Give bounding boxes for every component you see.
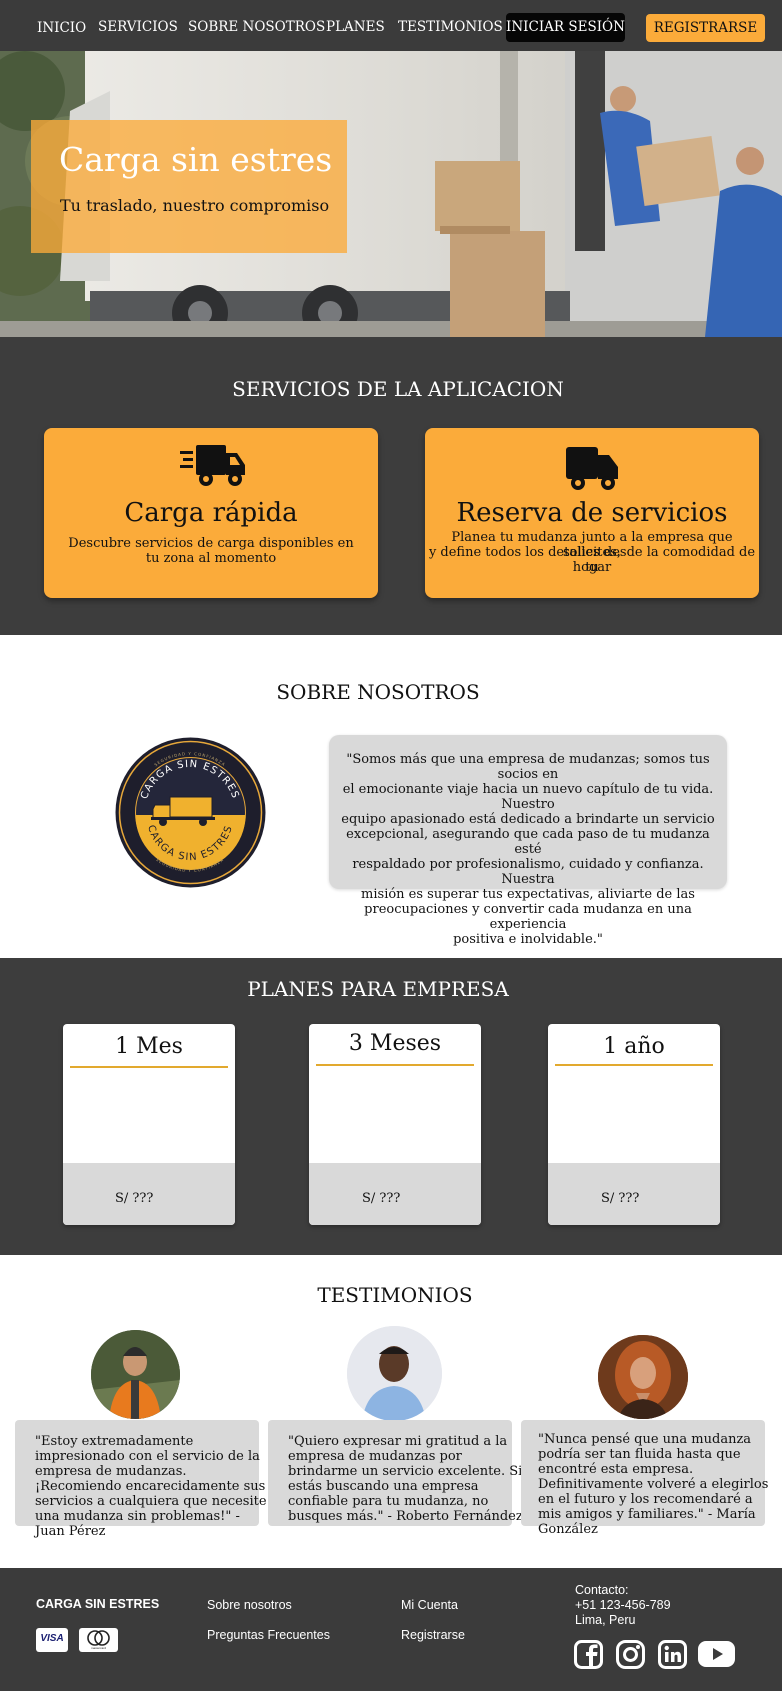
fast-truck-icon: [180, 445, 245, 486]
service-desc-line: Descubre servicios de carga disponibles …: [68, 536, 354, 551]
nav-link-inicio[interactable]: INICIO: [37, 20, 86, 36]
service-title: Reserva de servicios: [456, 498, 728, 528]
mastercard-label: mastercard: [90, 1646, 106, 1650]
avatar-roberto: [347, 1326, 442, 1421]
testimonial-line: impresionado con el servicio de la: [35, 1449, 260, 1464]
plan-price: S/ ???: [115, 1191, 154, 1206]
service-title: Carga rápida: [124, 498, 298, 528]
register-button[interactable]: REGISTRARSE: [646, 14, 765, 42]
about-text-line: el emocionante viaje hacia un nuevo capí…: [342, 782, 714, 812]
plan-divider: [316, 1064, 474, 1066]
testimonial-line: "Estoy extremadamente: [35, 1434, 194, 1449]
avatar-juan: [91, 1330, 180, 1419]
nav-link-planes[interactable]: PLANES: [326, 19, 385, 35]
about-title: SOBRE NOSOTROS: [276, 680, 480, 704]
services-title: SERVICIOS DE LA APLICACION: [232, 377, 564, 401]
nav-link-testimonios[interactable]: TESTIMONIOS: [398, 19, 503, 35]
plan-name: 1 Mes: [115, 1034, 183, 1059]
hero-subtitle: Tu traslado, nuestro compromiso: [60, 196, 330, 215]
mastercard-icon: mastercard: [79, 1628, 118, 1652]
instagram-icon[interactable]: [616, 1640, 645, 1669]
linkedin-icon[interactable]: [658, 1640, 687, 1669]
testimonial-line: González: [538, 1522, 598, 1537]
testimonial-line: una mudanza sin problemas!" -: [35, 1509, 240, 1524]
testimonial-line: mis amigos y familiares." - María: [538, 1507, 756, 1522]
footer-contact-label: Contacto:: [575, 1583, 629, 1597]
plan-divider: [555, 1064, 713, 1066]
service-desc-line: tu zona al momento: [145, 551, 277, 566]
about-text-line: respaldado por profesionalismo, cuidado …: [352, 857, 704, 887]
testimonial-line: empresa de mudanzas.: [35, 1464, 187, 1479]
plan-name: 1 año: [603, 1034, 665, 1059]
testimonial-line: empresa de mudanzas por: [288, 1449, 462, 1464]
plan-divider: [70, 1066, 228, 1068]
testimonial-line: Definitivamente volveré a elegirlos: [538, 1477, 769, 1492]
testimonial-line: brindarme un servicio excelente. Si: [288, 1464, 523, 1479]
testimonial-text: "Quiero expresar mi gratitud a la empres…: [288, 1434, 523, 1524]
plan-name: 3 Meses: [348, 1031, 442, 1056]
testimonial-line: ¡Recomiendo encarecidamente sus: [35, 1479, 266, 1494]
testimonial-line: confiable para tu mudanza, no: [288, 1494, 489, 1509]
testimonial-line: estás buscando una empresa: [288, 1479, 479, 1494]
testimonial-line: "Nunca pensé que una mudanza: [538, 1432, 752, 1447]
about-text-line: positiva e inolvidable.": [453, 932, 603, 947]
company-logo: SEGURIDAD Y CONFIANZA SEGURIDAD Y CONFIA…: [115, 737, 266, 888]
footer-contact-phone: +51 123-456-789: [575, 1598, 671, 1612]
visa-icon: VISA: [36, 1628, 68, 1652]
testimonial-line: Juan Pérez: [35, 1524, 106, 1539]
plan-price: S/ ???: [601, 1191, 640, 1206]
plan-price: S/ ???: [362, 1191, 401, 1206]
testimonial-text: "Nunca pensé que una mudanza podría ser …: [538, 1432, 768, 1537]
about-text-box: "Somos más que una empresa de mudanzas; …: [329, 735, 727, 947]
testimonial-text: "Estoy extremadamente impresionado con e…: [35, 1434, 267, 1539]
nav-link-sobre-nosotros[interactable]: SOBRE NOSOTROS: [188, 19, 325, 35]
service-desc-line: hogar: [572, 560, 612, 575]
testimonial-line: en el futuro y los recomendaré a: [538, 1492, 753, 1507]
testimonial-line: podría ser tan fluida hasta que: [538, 1447, 741, 1462]
nav-link-servicios[interactable]: SERVICIOS: [98, 19, 178, 35]
visa-label: VISA: [40, 1633, 64, 1644]
testimonial-line: "Quiero expresar mi gratitud a la: [288, 1434, 508, 1449]
about-text-line: preocupaciones y convertir cada mudanza …: [364, 902, 692, 932]
testimonial-line: servicios a cualquiera que necesite: [35, 1494, 267, 1509]
facebook-icon[interactable]: [574, 1640, 603, 1669]
footer-contact-city: Lima, Peru: [575, 1613, 636, 1627]
youtube-icon[interactable]: [698, 1641, 735, 1667]
about-text-line: equipo apasionado está dedicado a brinda…: [341, 812, 715, 827]
testimonial-line: busques más." - Roberto Fernández: [288, 1509, 523, 1524]
plans-title: PLANES PARA EMPRESA: [247, 977, 509, 1001]
avatar-maria: [598, 1335, 688, 1419]
footer-brand: CARGA SIN ESTRES: [36, 1597, 160, 1611]
about-text-line: "Somos más que una empresa de mudanzas; …: [346, 752, 710, 782]
login-button[interactable]: INICIAR SESIÓN: [506, 13, 625, 42]
service-card-fast-cargo[interactable]: Carga rápida Descubre servicios de carga…: [44, 428, 378, 598]
service-card-reservation[interactable]: Reserva de servicios Planea tu mudanza j…: [425, 428, 759, 598]
top-navbar: INICIO SERVICIOS SOBRE NOSOTROS PLANES T…: [0, 0, 782, 51]
footer-link-account[interactable]: Mi Cuenta: [401, 1598, 458, 1612]
footer-link-register[interactable]: Registrarse: [401, 1628, 465, 1642]
testimonials-title: TESTIMONIOS: [317, 1283, 473, 1307]
about-text-line: misión es superar tus expectativas, aliv…: [361, 887, 695, 902]
footer-link-faq[interactable]: Preguntas Frecuentes: [207, 1628, 330, 1642]
truck-icon: [566, 447, 618, 490]
about-text-line: excepcional, asegurando que cada paso de…: [346, 827, 710, 857]
footer-link-about[interactable]: Sobre nosotros: [207, 1598, 292, 1612]
testimonial-line: encontré esta empresa.: [538, 1462, 694, 1477]
hero-title: Carga sin estres: [59, 140, 333, 179]
